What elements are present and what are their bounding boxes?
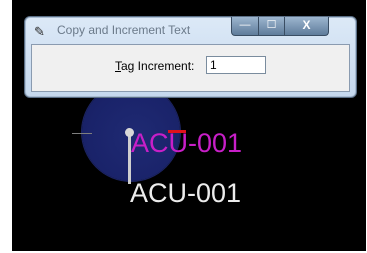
maximize-button[interactable]: ☐ [258,17,285,36]
minimize-button[interactable]: — [231,17,259,36]
crosshair-line [72,133,92,134]
tag-increment-input[interactable] [206,56,266,74]
pin-icon: ✎ [34,24,45,39]
window-title: Copy and Increment Text [57,23,191,37]
tag-text-preview[interactable]: ACU-001 [131,128,242,158]
copy-increment-dialog: ✎ Copy and Increment Text — ☐ X Tag Incr… [24,16,357,98]
dialog-client-area: Tag Increment: [31,44,350,92]
insertion-marker [168,130,186,133]
tag-increment-label-text: ag Increment: [121,59,195,73]
title-bar[interactable]: ✎ Copy and Increment Text — ☐ X [25,17,356,43]
tag-text-existing[interactable]: ACU-001 [130,178,241,208]
close-button[interactable]: X [284,17,329,36]
tag-increment-label: Tag Increment: [115,59,194,73]
